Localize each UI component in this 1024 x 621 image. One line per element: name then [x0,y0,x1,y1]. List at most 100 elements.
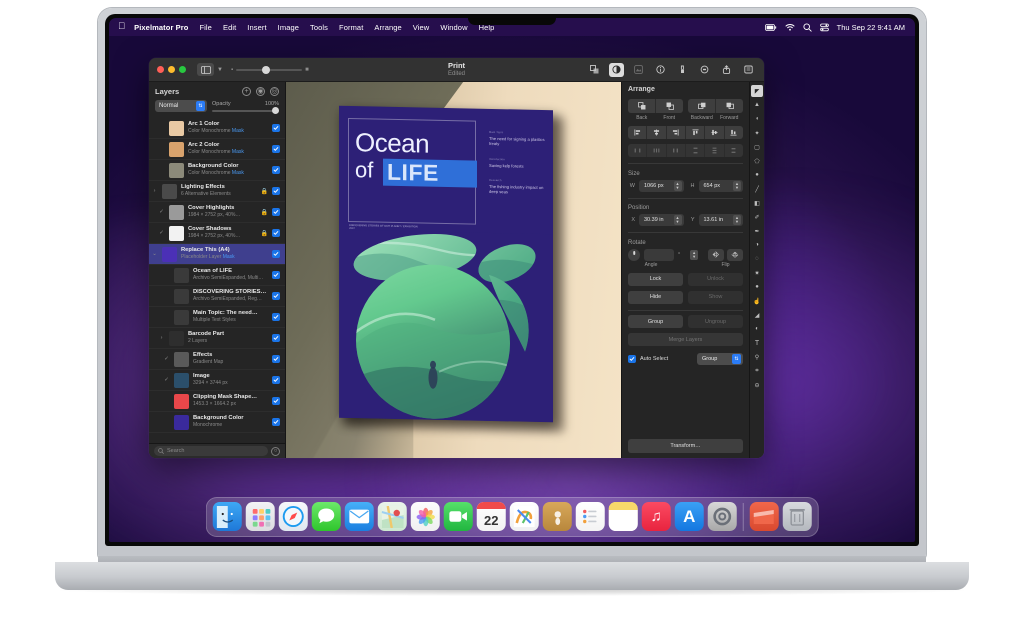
menu-item-arrange[interactable]: Arrange [374,23,401,32]
width-field[interactable]: 1066 px ▲ ▼ [639,179,684,192]
quick-selection-icon[interactable]: ◖ [751,113,763,125]
merge-layers-button[interactable]: Merge Layers [628,333,743,346]
menu-item-view[interactable]: View [413,23,430,32]
zoom-icon[interactable]: ⚲ [751,351,763,363]
layer-visibility-checkbox[interactable] [272,418,280,426]
pen-icon[interactable]: ╱ [751,183,763,195]
layer-row[interactable]: › Lighting Effects 6 Alternative Elements 🔒 [149,181,285,202]
color-adjustments-icon[interactable] [609,62,624,77]
crop-icon[interactable]: ⌗ [751,365,763,377]
arrange-icon[interactable]: ◤ [751,85,763,97]
layer-visibility-checkbox[interactable] [272,187,280,195]
brush-icon[interactable]: ✐ [751,211,763,223]
layer-visibility-checkbox[interactable] [272,376,280,384]
layer-row[interactable]: ✓ Cover Highlights 1984 × 2752 px, 40%… 🔒 [149,202,285,223]
opacity-control[interactable]: Opacity 100% [212,101,279,114]
effects-icon[interactable] [631,63,646,77]
dock-item-pixelmator-pro[interactable] [509,502,539,531]
align-right-icon[interactable] [667,126,686,139]
layer-disclosure-icon[interactable]: ✓ [158,230,165,236]
layer-disclosure-icon[interactable]: ✓ [163,356,170,362]
search-icon[interactable] [803,22,812,32]
slice-icon[interactable]: ⊖ [751,379,763,391]
pixel-icon[interactable]: ✒ [751,225,763,237]
position-y-field[interactable]: 13.61 in ▲ ▼ [698,214,743,226]
layer-row[interactable]: Ocean of LIFE Archivo SemiExpanded, Multi… [149,265,285,286]
rotate-dial[interactable] [628,248,640,261]
align-middle-v-icon[interactable] [705,126,725,139]
layer-row[interactable]: Arc 1 Color Color Monochrome Mask [149,118,285,139]
send-to-back-icon[interactable] [628,99,656,113]
dock-item-maps[interactable] [377,502,407,531]
opacity-knob[interactable] [272,106,279,114]
layer-visibility-checkbox[interactable] [272,250,280,258]
rectangular-select-icon[interactable]: ▢ [751,141,763,153]
dock-item-finder[interactable] [212,502,242,531]
effects-layer-icon[interactable]: ◎ [270,86,279,96]
zoom-slider[interactable]: ▪ ■ [231,65,309,74]
layer-lock-icon[interactable]: 🔒 [261,188,268,195]
apple-menu-icon[interactable]:  [118,22,125,32]
layer-visibility-checkbox[interactable] [272,292,280,300]
height-stepper[interactable]: ▲ ▼ [733,180,741,191]
sharpen-icon[interactable]: ◢ [751,309,763,321]
align-top-icon[interactable] [686,126,706,139]
paint-icon[interactable] [675,63,690,77]
lock-button[interactable]: Lock [628,272,683,286]
zoom-out-icon[interactable]: ▪ [231,67,233,73]
maximize-button[interactable] [179,66,186,73]
width-stepper[interactable]: ▲ ▼ [673,180,682,191]
distribute-middle-icon[interactable] [705,144,725,157]
hide-button[interactable]: Hide [628,290,683,304]
blend-mode-select[interactable]: Normal ⇅ [155,100,207,112]
layers-filter-icon[interactable]: ○ [271,446,280,456]
free-select-icon[interactable]: ⬠ [751,155,763,167]
layers-search-field[interactable]: Search [154,446,268,456]
magic-wand-icon[interactable]: ✦ [751,127,763,139]
repair-icon[interactable]: ◑ [751,239,763,251]
export-icon[interactable] [719,63,734,77]
align-left-icon[interactable] [628,126,648,139]
layer-visibility-checkbox[interactable] [272,124,280,132]
distribute-right-icon[interactable] [667,144,686,157]
bring-to-front-icon[interactable] [656,99,683,113]
layer-row[interactable]: › Barcode Part 2 Layers [149,328,285,349]
layer-row[interactable]: ✓ Image 3294 × 3744 px [149,370,285,391]
zoom-knob[interactable] [262,65,271,74]
height-field[interactable]: 654 px ▲ ▼ [698,179,743,192]
dock[interactable]: 22 ♫ A [205,497,819,537]
tool-strip[interactable]: ◤ ▲ ◖ ✦ ▢ ⬠ ● ╱ ◧ ✐ ✒ ◑ ◌ ✷ ● ☝ ◢ ◐ T ⚲ ⌗ ⊖ [749,82,764,458]
dock-item-messages[interactable] [311,502,341,531]
auto-select-checkbox[interactable] [628,355,636,363]
menu-bar-clock[interactable]: Thu Sep 22 9:41 AM [837,23,905,32]
eraser-icon[interactable]: ◧ [751,197,763,209]
layer-visibility-checkbox[interactable] [272,229,280,237]
dock-item-trash[interactable] [782,502,812,531]
distribute-top-icon[interactable] [686,144,706,157]
layer-visibility-checkbox[interactable] [272,313,280,321]
distribute-left-icon[interactable] [628,144,648,157]
layer-visibility-checkbox[interactable] [272,355,280,363]
gradient-icon[interactable]: ◐ [751,323,763,335]
transform-button[interactable]: Transform… [628,439,743,453]
layer-row[interactable]: ✓ Effects Gradient Map [149,349,285,370]
info-icon[interactable] [653,63,668,77]
layer-mask-link[interactable]: Mask [232,128,244,134]
sidebar-toggle-button[interactable] [197,63,214,76]
menu-item-pixelmator-pro[interactable]: Pixelmator Pro [134,23,188,32]
layer-disclosure-icon[interactable]: ✓ [163,377,170,383]
menu-item-file[interactable]: File [199,23,212,32]
align-center-h-icon[interactable] [647,126,667,139]
menu-item-tools[interactable]: Tools [310,23,328,32]
zoom-in-icon[interactable]: ■ [305,67,309,73]
position-x-field[interactable]: 30.39 in ▲ ▼ [639,214,684,226]
document-canvas[interactable]: Ocean of LIFE DISCOVERING STORIES OF OUR… [286,82,621,458]
menu-item-window[interactable]: Window [440,23,467,32]
sidebar-chevron-down-icon[interactable]: ▼ [217,67,223,73]
layer-lock-icon[interactable]: 🔒 [261,209,268,216]
layer-visibility-checkbox[interactable] [272,334,280,342]
smudge-icon[interactable]: ● [751,281,763,293]
menu-item-edit[interactable]: Edit [223,23,236,32]
angle-field[interactable] [644,248,674,261]
auto-select-dropdown[interactable]: Group ⇅ [697,353,743,365]
